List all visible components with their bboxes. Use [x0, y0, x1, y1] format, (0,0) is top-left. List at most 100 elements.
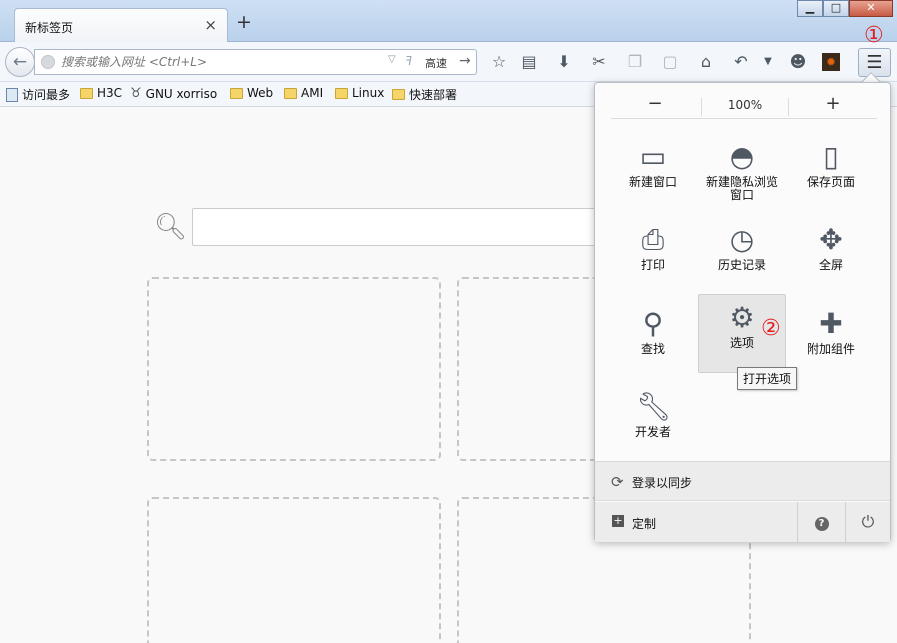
zoom-out-button[interactable]: −	[611, 93, 699, 114]
printer-icon: ⎙	[641, 223, 665, 256]
undo-dropdown-icon[interactable]: ▼	[757, 52, 779, 72]
new-window-icon: ▭	[639, 140, 667, 173]
menu-item-label: 新建隐私浏览窗口	[705, 175, 778, 202]
folder-icon	[230, 87, 243, 99]
bookmark-item[interactable]: AMI	[284, 86, 323, 100]
bookmark-item[interactable]: Linux	[335, 86, 384, 100]
magnifier-icon: ⚲	[642, 307, 664, 340]
zoom-reset-button[interactable]: 100%	[701, 98, 789, 116]
bookmark-label: H3C	[97, 86, 123, 100]
gnu-icon: ♉	[130, 86, 142, 101]
window-close-button[interactable]: ✕	[849, 0, 893, 17]
history-clock-icon: ◷	[729, 223, 755, 256]
customize-plus-icon: +	[612, 514, 624, 527]
reading-list-icon[interactable]: ▤	[518, 52, 540, 72]
puzzle-icon: ✚	[819, 307, 843, 340]
annotation-one: ①	[864, 23, 884, 48]
menu-item-label: 保存页面	[806, 175, 855, 189]
fast-mode-icon[interactable]: ꟻ	[405, 54, 412, 68]
wrench-icon: 🔧︎	[636, 390, 672, 423]
back-button[interactable]: ←	[5, 47, 35, 77]
site-tile[interactable]	[147, 497, 441, 643]
tab-new-tab[interactable]: 新标签页 ×	[14, 8, 228, 43]
bookmark-item[interactable]: H3C	[80, 86, 122, 100]
private-mask-icon: ◓	[729, 140, 755, 173]
bookmark-label: Linux	[352, 86, 385, 100]
bookmark-item[interactable]: ♉ GNU xorriso	[130, 86, 217, 101]
download-icon[interactable]: ⬇	[553, 52, 575, 72]
menu-item-print[interactable]: ⎙ 打印	[609, 218, 697, 296]
search-input[interactable]	[192, 208, 622, 246]
menu-item-find[interactable]: ⚲ 查找	[609, 302, 697, 380]
dropdown-arrow-icon[interactable]: ▽	[388, 54, 396, 65]
title-bar: 新标签页 × + ▁ □ ✕	[0, 0, 897, 43]
cut-icon[interactable]: ✂	[588, 52, 610, 72]
hamburger-menu-button[interactable]: ☰	[858, 48, 891, 77]
site-tile[interactable]	[147, 277, 441, 461]
bookmark-label: 访问最多	[22, 88, 71, 102]
bookmark-star-icon[interactable]: ☆	[488, 52, 510, 72]
window-controls: ▁ □ ✕	[797, 0, 893, 18]
globe-icon	[41, 55, 55, 69]
menu-item-label: 开发者	[634, 425, 671, 439]
close-tab-icon[interactable]: ×	[204, 16, 217, 34]
search-icon: 🔍︎	[154, 212, 188, 242]
menu-item-developer[interactable]: 🔧︎ 开发者	[609, 385, 697, 463]
url-input[interactable]	[61, 52, 391, 72]
bookmark-label: Web	[247, 86, 274, 100]
menu-item-label: 历史记录	[717, 258, 766, 272]
options-tooltip: 打开选项	[737, 367, 798, 390]
feedback-smiley-icon[interactable]: ☻	[787, 52, 809, 72]
maximize-button[interactable]: □	[823, 0, 849, 17]
menu-item-new-window[interactable]: ▭ 新建窗口	[609, 135, 697, 213]
folder-icon	[80, 87, 93, 99]
bookmark-item[interactable]: 快速部署	[392, 86, 457, 103]
app-menu-panel: − 100% + ▭ 新建窗口 ◓ 新建隐私浏览窗口 ▯ 保存页面 ⎙ 打印 ◷…	[594, 82, 891, 542]
power-icon: ⏻	[861, 512, 875, 531]
folder-icon	[335, 87, 348, 99]
menu-item-addons[interactable]: ✚ 附加组件	[787, 302, 875, 380]
url-bar[interactable]: ▽ ꟻ 高速 →	[34, 49, 477, 75]
menu-item-label: 全屏	[818, 258, 843, 272]
undo-icon[interactable]: ↶	[730, 52, 752, 72]
sync-icon: ⟳	[611, 473, 624, 491]
menu-item-label: 附加组件	[806, 342, 855, 356]
tab-title: 新标签页	[25, 21, 74, 35]
bookmark-label: GNU xorriso	[145, 86, 218, 101]
bookmark-item[interactable]: 访问最多	[6, 86, 70, 103]
speed-mode-label[interactable]: 高速	[425, 55, 447, 71]
annotation-two: ②	[761, 316, 781, 341]
menu-item-fullscreen[interactable]: ✥ 全屏	[787, 218, 875, 296]
menu-item-private-window[interactable]: ◓ 新建隐私浏览窗口	[698, 135, 786, 213]
bookmark-label: AMI	[301, 86, 324, 100]
bookmark-item[interactable]: Web	[230, 86, 273, 100]
zoom-in-button[interactable]: +	[789, 93, 877, 114]
quit-button[interactable]: ⏻	[845, 502, 890, 542]
gear-icon: ⚙	[729, 301, 755, 334]
navigation-toolbar: ▽ ꟻ 高速 → ← ☆ ▤ ⬇ ✂ ❐ ▢ ⌂ ↶ ▼ ☻ ✹	[0, 42, 897, 82]
menu-item-label: 查找	[640, 342, 665, 356]
menu-item-save-page[interactable]: ▯ 保存页面	[787, 135, 875, 213]
sync-label: 登录以同步	[632, 476, 693, 490]
folder-icon	[392, 89, 405, 100]
save-page-icon: ▯	[823, 140, 839, 173]
folder-icon	[284, 87, 297, 99]
copy-icon[interactable]: ❐	[624, 52, 646, 72]
sync-signin-button[interactable]: ⟳ 登录以同步	[595, 461, 890, 501]
menu-item-label: 打印	[640, 258, 665, 272]
panel-footer: + 定制 ? ⏻	[595, 502, 890, 542]
file-icon	[6, 87, 18, 102]
paste-icon[interactable]: ▢	[659, 52, 681, 72]
menu-item-history[interactable]: ◷ 历史记录	[698, 218, 786, 296]
home-icon[interactable]: ⌂	[695, 52, 717, 72]
minimize-button[interactable]: ▁	[797, 0, 823, 17]
menu-item-label: 新建窗口	[628, 175, 677, 189]
help-button[interactable]: ?	[797, 502, 845, 542]
go-arrow-icon[interactable]: →	[459, 53, 471, 69]
addon-sun-icon[interactable]: ✹	[822, 53, 840, 71]
help-icon: ?	[814, 517, 829, 531]
new-tab-button[interactable]: +	[236, 12, 252, 32]
customize-button[interactable]: 定制	[632, 515, 656, 532]
bookmark-label: 快速部署	[409, 88, 458, 102]
zoom-controls: − 100% +	[611, 93, 877, 119]
